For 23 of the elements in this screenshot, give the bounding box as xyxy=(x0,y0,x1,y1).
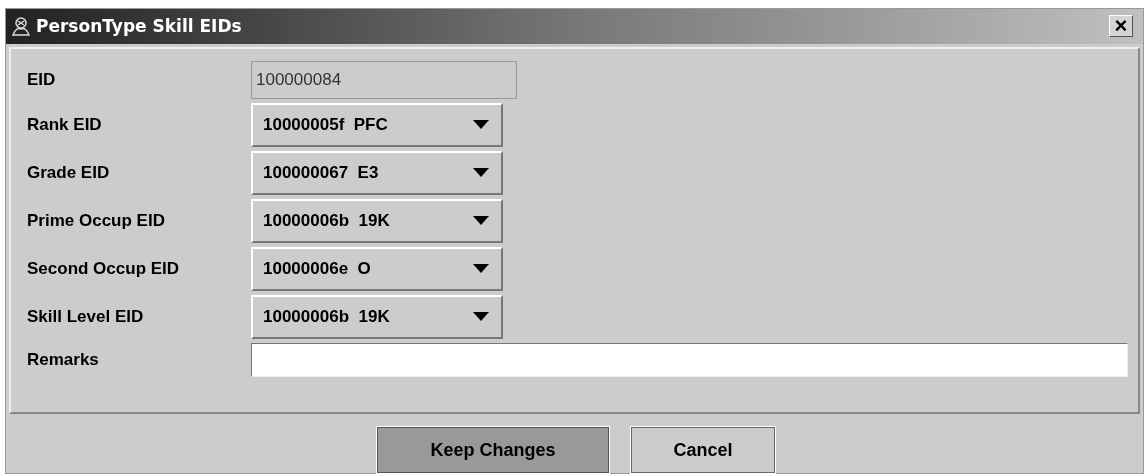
field-label: EID xyxy=(27,68,57,91)
field-label: Second Occup EID xyxy=(27,257,181,280)
remarks-field[interactable] xyxy=(251,342,1128,377)
app-icon xyxy=(10,15,32,38)
dropdown[interactable]: 10000006e O xyxy=(251,246,503,291)
field-label: Rank EID xyxy=(27,113,103,136)
field-label: Prime Occup EID xyxy=(27,209,166,232)
field-label: Grade EID xyxy=(27,161,111,184)
field-label: Skill Level EID xyxy=(27,305,145,328)
dropdown[interactable]: 100000067 E3 xyxy=(251,150,503,195)
dropdown[interactable]: 10000006b 19K xyxy=(251,294,503,339)
dropdown[interactable]: 10000005f PFC xyxy=(251,102,503,147)
dialog-button[interactable]: Keep Changes xyxy=(377,427,609,473)
caret-icon xyxy=(473,312,489,322)
window-title: PersonType Skill EIDs xyxy=(36,14,242,38)
field-label: Remarks xyxy=(27,348,100,371)
dialog-button[interactable]: Cancel xyxy=(631,427,775,473)
close-button[interactable]: × xyxy=(1109,15,1133,38)
dropdown[interactable]: 10000006b 19K xyxy=(251,198,503,243)
caret-icon xyxy=(473,120,489,130)
caret-icon xyxy=(473,168,489,178)
caret-icon xyxy=(473,264,489,274)
caret-icon xyxy=(473,216,489,226)
